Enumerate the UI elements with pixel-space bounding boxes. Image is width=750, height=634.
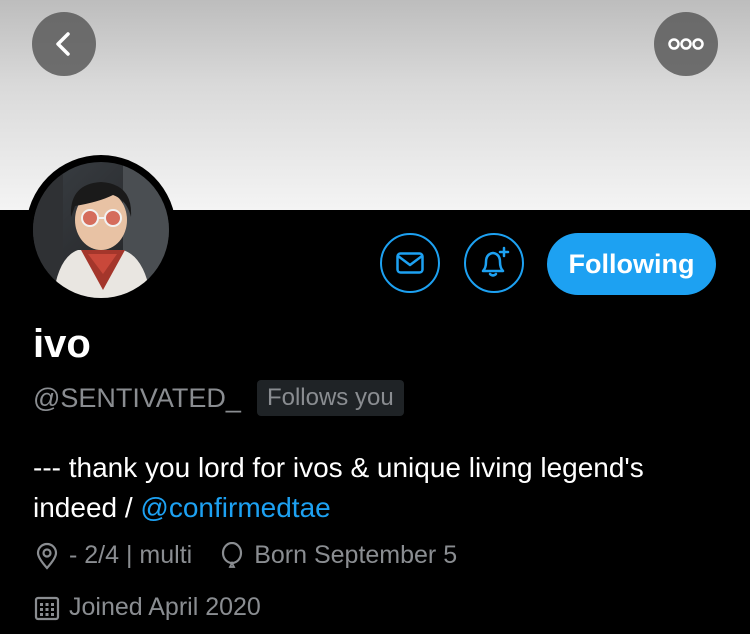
profile-joined-date: Joined April 2020 bbox=[69, 593, 261, 621]
profile-birthday: Born September 5 bbox=[254, 541, 458, 569]
handle-row: @SENTIVATED_ Follows you bbox=[33, 380, 404, 416]
profile-handle: @SENTIVATED_ bbox=[33, 382, 241, 413]
chevron-left-icon bbox=[56, 32, 70, 56]
bio-mention-link[interactable]: @confirmedtae bbox=[140, 492, 330, 523]
balloon-icon bbox=[222, 541, 243, 568]
bell-plus-icon bbox=[481, 246, 510, 277]
message-button[interactable] bbox=[380, 233, 440, 293]
mail-icon bbox=[396, 252, 424, 274]
calendar-icon bbox=[34, 596, 60, 620]
profile-meta-row: - 2/4 | multi Born September 5 bbox=[33, 541, 457, 570]
profile-name: ivo bbox=[33, 322, 91, 366]
profile-location: - 2/4 | multi bbox=[69, 541, 193, 569]
avatar-image bbox=[33, 162, 169, 298]
following-button[interactable]: Following bbox=[547, 233, 716, 295]
bio-text: --- thank you lord for ivos & unique liv… bbox=[33, 452, 644, 523]
profile-bio: --- thank you lord for ivos & unique liv… bbox=[33, 448, 733, 528]
back-button[interactable] bbox=[32, 12, 96, 76]
more-button[interactable] bbox=[654, 12, 718, 76]
notify-button[interactable] bbox=[464, 233, 524, 293]
avatar[interactable] bbox=[33, 162, 169, 298]
avatar-frame bbox=[26, 155, 176, 305]
follows-you-badge: Follows you bbox=[256, 380, 404, 416]
more-dots-icon bbox=[668, 38, 704, 50]
profile-joined-row: Joined April 2020 bbox=[33, 593, 261, 622]
location-pin-icon bbox=[36, 542, 58, 570]
